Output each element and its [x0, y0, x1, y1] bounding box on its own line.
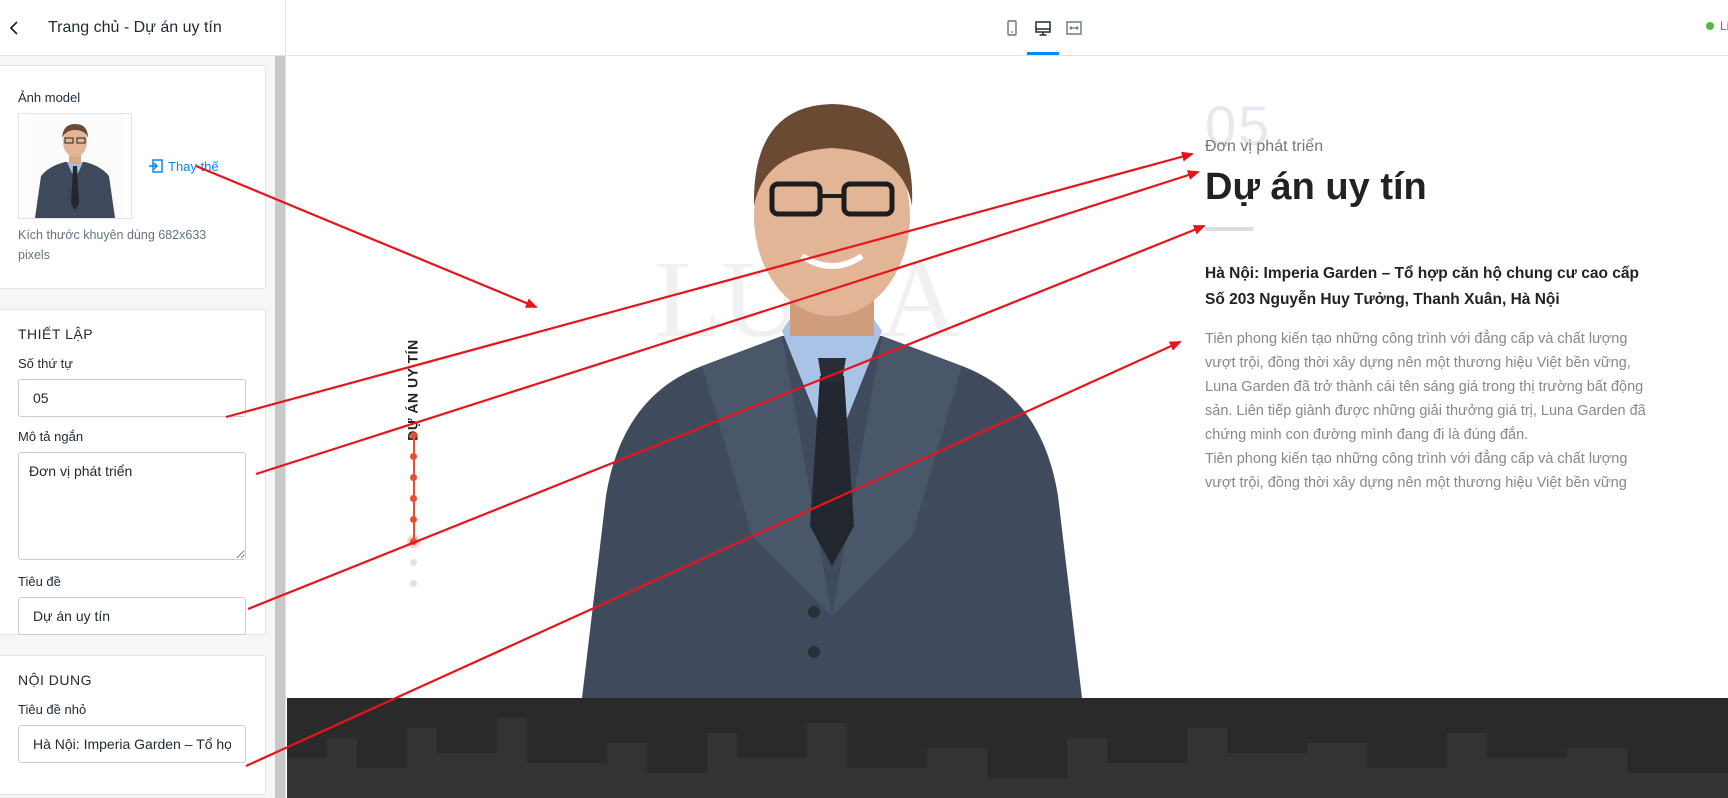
fullwidth-view-button[interactable] — [1058, 12, 1090, 44]
section-paragraph-2: Tiên phong kiến tạo những công trình với… — [1205, 451, 1628, 491]
nav-dot[interactable] — [410, 495, 417, 502]
live-dot — [1706, 22, 1714, 30]
image-card: Ảnh model Thay thế Kích thước khuyên dùn… — [0, 65, 266, 289]
short-desc-textarea[interactable]: Đơn vị phát triển — [18, 452, 246, 560]
small-title-input[interactable] — [18, 725, 246, 763]
section-paragraph-1: Tiên phong kiến tạo những công trình với… — [1205, 331, 1646, 443]
image-field-label: Ảnh model — [18, 90, 81, 105]
vertical-label-text: DỰ ÁN UY TÍN — [405, 339, 421, 441]
nav-dot[interactable] — [410, 516, 417, 523]
dark-footer-band — [287, 698, 1728, 798]
scrollbar-thumb[interactable] — [275, 56, 285, 798]
chevron-left-icon — [9, 20, 18, 35]
sidebar-scrollbar[interactable] — [275, 56, 285, 798]
section-short-desc: Đơn vị phát triển — [1205, 138, 1324, 155]
content-card: NỘI DUNG Tiêu đề nhỏ — [0, 655, 266, 795]
dot-progress-line — [412, 435, 415, 539]
sidebar-title: Trang chủ - Dự án uy tín — [48, 18, 222, 36]
fullwidth-icon — [1066, 21, 1082, 35]
sidebar-header: Trang chủ - Dự án uy tín — [0, 0, 285, 56]
small-title-line-1: Hà Nội: Imperia Garden – Tổ hợp căn hộ c… — [1205, 265, 1639, 282]
mobile-icon — [1007, 20, 1017, 36]
live-label: Live — [1720, 19, 1728, 33]
short-desc-label: Mô tả ngắn — [18, 429, 84, 444]
settings-card: THIẾT LẬP Số thứ tự Mô tả ngắn Đơn vị ph… — [0, 309, 266, 635]
live-status: Live — [1706, 19, 1728, 33]
section-nav-dots[interactable] — [407, 432, 420, 612]
nav-dot-active[interactable] — [410, 538, 417, 545]
preview-toolbar: Live — [287, 0, 1728, 56]
nav-dot[interactable] — [410, 580, 417, 587]
back-button[interactable] — [0, 0, 28, 56]
model-person-image — [582, 104, 1082, 698]
nav-dot[interactable] — [410, 453, 417, 460]
section-heading: Dự án uy tín — [1205, 166, 1427, 208]
desktop-view-button[interactable] — [1027, 12, 1059, 44]
page-preview[interactable]: LUNA DỰ ÁN UY TÍN 05 Đơn vị — [287, 56, 1728, 798]
replace-label: Thay thế — [168, 158, 219, 174]
nav-dot[interactable] — [410, 559, 417, 566]
heading-underline — [1205, 227, 1253, 231]
section-text-block: 05 Đơn vị phát triển Dự án uy tín Hà Nội… — [1205, 96, 1655, 495]
model-image-thumbnail[interactable] — [18, 113, 132, 219]
editor-sidebar: Trang chủ - Dự án uy tín Ảnh model Thay … — [0, 0, 286, 798]
replace-icon — [149, 159, 163, 173]
mobile-view-button[interactable] — [996, 12, 1028, 44]
image-row: Thay thế — [18, 113, 247, 219]
nav-dot[interactable] — [410, 432, 417, 439]
small-title-label: Tiêu đề nhỏ — [18, 702, 87, 717]
content-section-title: NỘI DUNG — [18, 672, 92, 688]
sidebar-content[interactable]: Ảnh model Thay thế Kích thước khuyên dùn… — [0, 56, 276, 798]
order-input[interactable] — [18, 379, 246, 417]
nav-dot[interactable] — [410, 474, 417, 481]
section-small-title: Hà Nội: Imperia Garden – Tổ hợp căn hộ c… — [1205, 261, 1655, 313]
title-input[interactable] — [18, 597, 246, 635]
active-device-indicator — [1027, 52, 1059, 55]
small-title-line-2: Số 203 Nguyễn Huy Tưởng, Thanh Xuân, Hà … — [1205, 291, 1560, 308]
replace-image-button[interactable]: Thay thế — [148, 158, 219, 174]
order-label: Số thứ tự — [18, 356, 73, 371]
title-label: Tiêu đề — [18, 574, 61, 589]
settings-section-title: THIẾT LẬP — [18, 326, 94, 342]
desktop-icon — [1035, 21, 1051, 36]
city-skyline-graphic — [287, 718, 1728, 798]
image-help-text: Kích thước khuyên dùng 682x633 pixels — [18, 228, 207, 262]
model-photo — [25, 114, 125, 218]
